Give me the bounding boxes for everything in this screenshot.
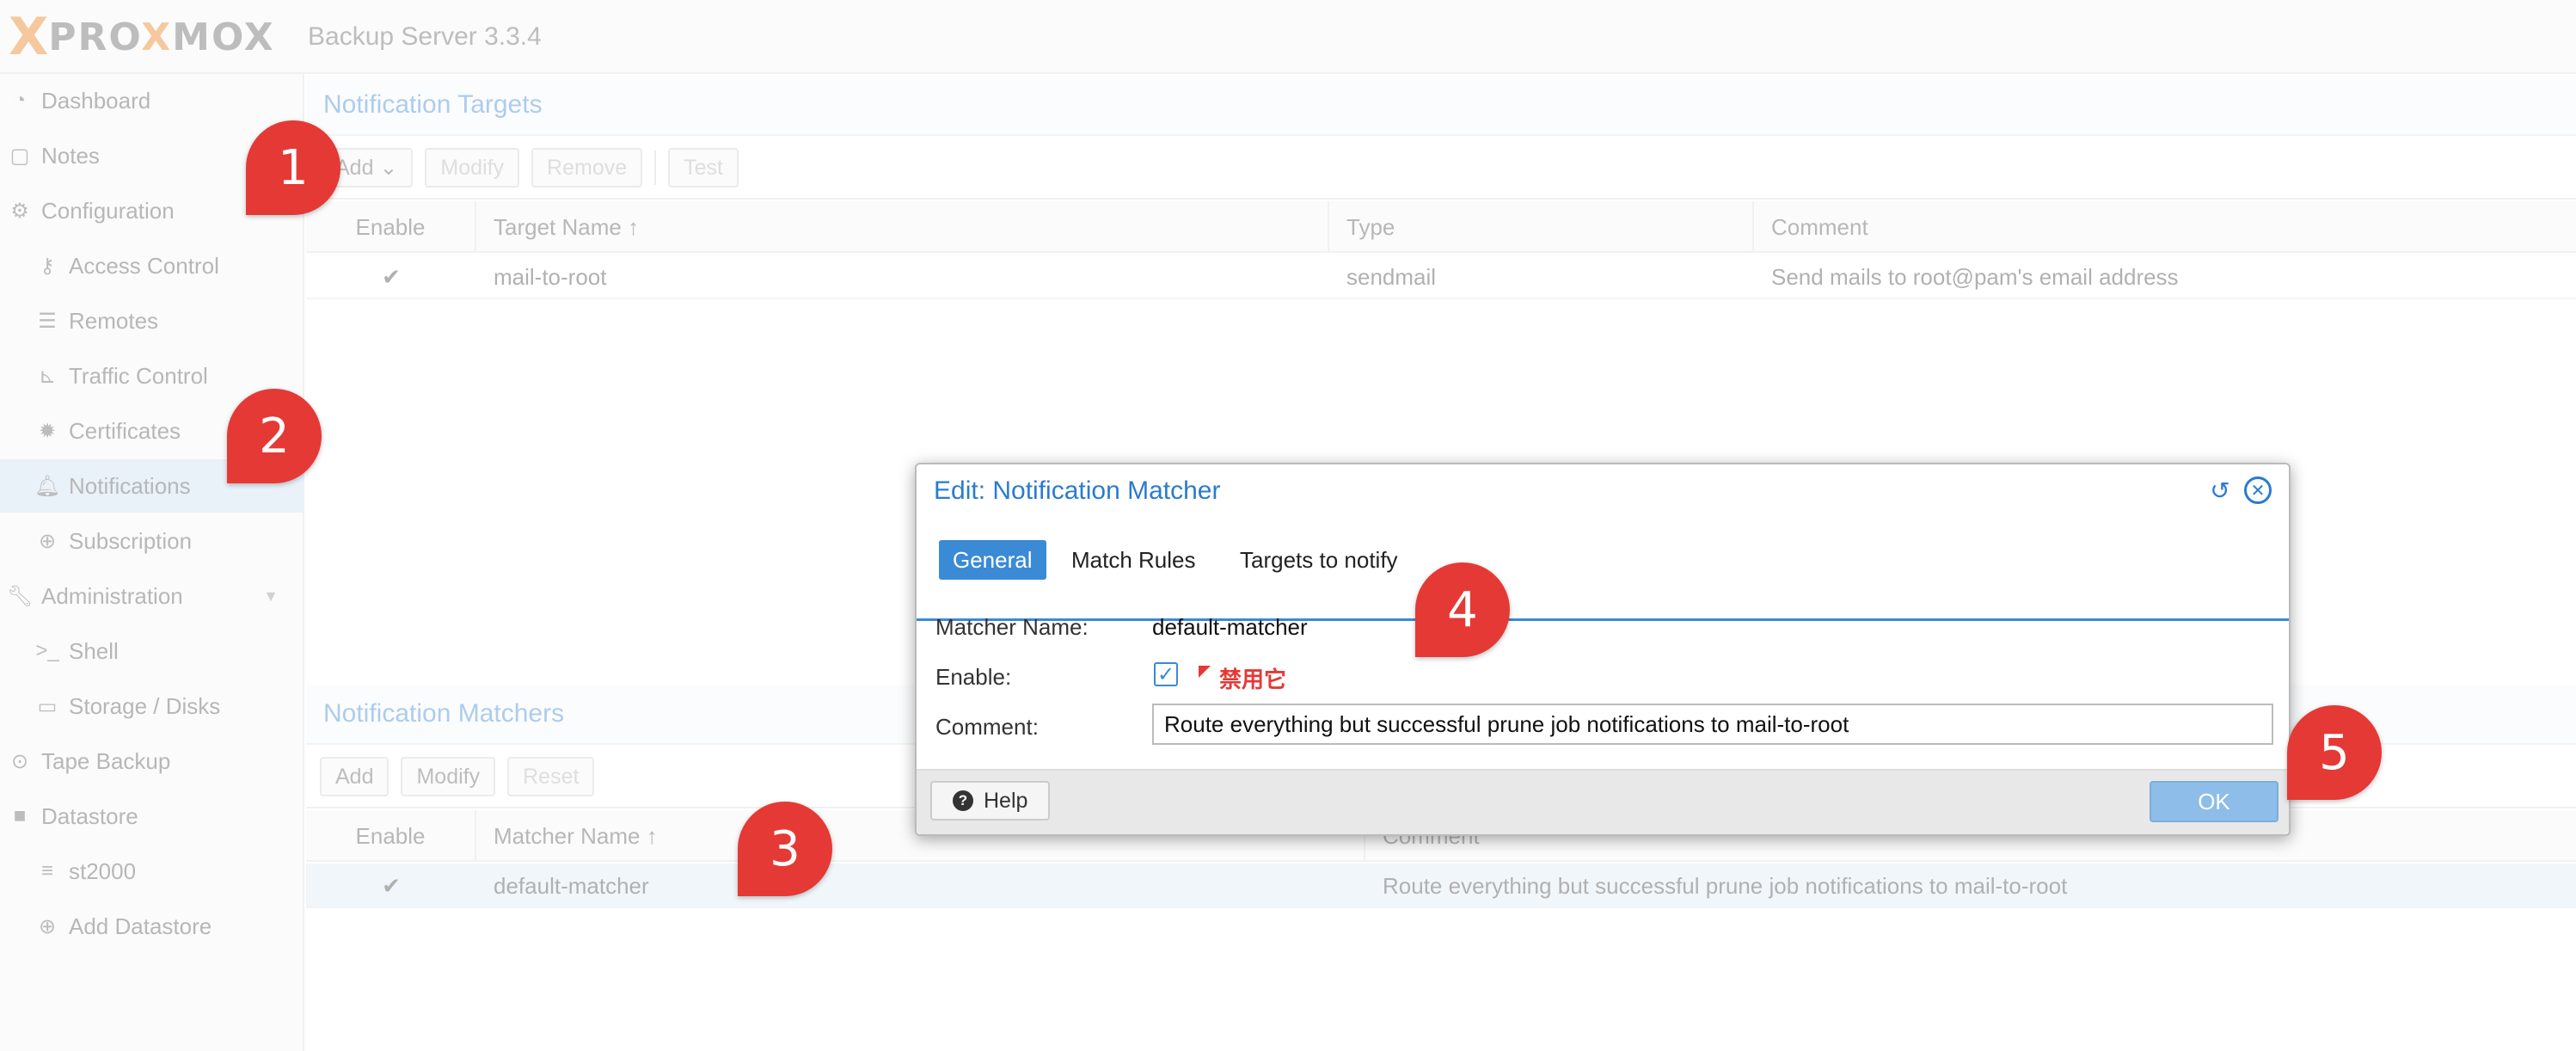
gears-icon: ⚙ bbox=[10, 199, 29, 223]
cell-type: sendmail bbox=[1346, 263, 1437, 290]
sidebar-item-access-control[interactable]: ⚷ Access Control bbox=[0, 239, 304, 292]
sidebar-item-administration[interactable]: 🔧︎ Administration ▼ bbox=[0, 569, 304, 623]
targets-modify-button[interactable]: Modify bbox=[425, 148, 520, 187]
sidebar-item-remotes[interactable]: ☰ Remotes bbox=[0, 294, 304, 347]
targets-test-button[interactable]: Test bbox=[668, 148, 739, 187]
question-circle-icon: ? bbox=[953, 790, 973, 811]
cell-comment: Route everything but successful prune jo… bbox=[1383, 872, 2068, 899]
top-bar: X PROXMOX Backup Server 3.3.4 bbox=[0, 0, 2576, 74]
edit-notification-matcher-dialog: Edit: Notification Matcher ↺ ✕ General M… bbox=[915, 463, 2291, 836]
comment-label: Comment: bbox=[935, 714, 1039, 740]
dashboard-icon: ◔ bbox=[13, 89, 27, 112]
proxmox-logo: X PROXMOX bbox=[9, 7, 275, 67]
dialog-tabs: General Match Rules Targets to notify bbox=[917, 533, 2289, 621]
callout-marker: 1 bbox=[246, 120, 340, 215]
chevron-down-icon: ▼ bbox=[263, 587, 279, 605]
targets-grid-header: Enable Target Name ↑ Type Comment bbox=[306, 201, 2576, 253]
matchers-modify-button[interactable]: Modify bbox=[401, 757, 496, 796]
column-target-name[interactable]: Target Name ↑ bbox=[476, 201, 1329, 253]
database-icon: ≡ bbox=[40, 859, 53, 882]
sidebar-item-dashboard[interactable]: ◔ Dashboard bbox=[0, 74, 304, 127]
plus-circle-icon: ⊕ bbox=[38, 914, 57, 938]
sidebar-item-datastore[interactable]: ■ Datastore bbox=[0, 790, 304, 843]
callout-marker: 4 bbox=[1415, 562, 1510, 657]
tab-match-rules[interactable]: Match Rules bbox=[1058, 540, 1210, 580]
column-enable[interactable]: Enable bbox=[306, 810, 476, 862]
chevron-down-icon: ⌄ bbox=[379, 156, 398, 180]
toolbar-separator bbox=[654, 151, 657, 185]
annotation-text: 禁用它 bbox=[1219, 667, 1287, 692]
archive-icon: ■ bbox=[13, 804, 27, 827]
annotation-flag-icon bbox=[1199, 666, 1211, 678]
check-icon: ✔ bbox=[382, 263, 401, 290]
dialog-title: Edit: Notification Matcher bbox=[934, 476, 1221, 505]
cell-target-name: mail-to-root bbox=[494, 263, 607, 290]
support-icon: ⊕ bbox=[38, 529, 57, 553]
matchers-reset-button[interactable]: Reset bbox=[507, 757, 595, 796]
dialog-footer: ? Help OK bbox=[917, 769, 2289, 834]
sidebar-item-st2000[interactable]: ≡ st2000 bbox=[0, 845, 304, 898]
hdd-icon: ▭ bbox=[37, 694, 58, 718]
sidebar-item-tape-backup[interactable]: ⊙ Tape Backup bbox=[0, 734, 304, 788]
enable-checkbox[interactable]: ✓ bbox=[1154, 662, 1178, 686]
table-row[interactable]: ✔ mail-to-root sendmail Send mails to ro… bbox=[306, 255, 2576, 299]
chart-icon: ⊾ bbox=[38, 364, 57, 388]
product-version: Backup Server 3.3.4 bbox=[308, 22, 542, 51]
callout-marker: 5 bbox=[2287, 705, 2382, 800]
certificate-icon: ✹ bbox=[38, 419, 57, 443]
targets-remove-button[interactable]: Remove bbox=[531, 148, 643, 187]
sidebar-item-storage-disks[interactable]: ▭ Storage / Disks bbox=[0, 679, 304, 733]
enable-label: Enable: bbox=[935, 664, 1012, 690]
column-type[interactable]: Type bbox=[1329, 201, 1754, 253]
reset-icon[interactable]: ↺ bbox=[2206, 476, 2234, 504]
sidebar-item-shell[interactable]: >_ Shell bbox=[0, 624, 304, 678]
tab-general[interactable]: General bbox=[939, 540, 1046, 580]
ok-button[interactable]: OK bbox=[2150, 781, 2279, 822]
matchers-add-button[interactable]: Add bbox=[320, 757, 389, 796]
server-icon: ☰ bbox=[38, 309, 57, 333]
sidebar-nav: ◔ Dashboard ▢ Notes ⚙ Configuration ⚷ Access… bbox=[0, 74, 304, 1051]
column-comment[interactable]: Comment bbox=[1754, 201, 2576, 253]
tape-icon: ⊙ bbox=[10, 749, 29, 773]
key-icon: ⚷ bbox=[40, 254, 55, 278]
close-icon[interactable]: ✕ bbox=[2244, 476, 2272, 504]
targets-toolbar: Add ⌄ Modify Remove Test bbox=[306, 138, 2576, 200]
callout-marker: 2 bbox=[227, 389, 322, 483]
wrench-icon: 🔧︎ bbox=[6, 584, 34, 608]
notes-icon: ▢ bbox=[9, 144, 30, 168]
cell-matcher-name: default-matcher bbox=[494, 872, 649, 899]
table-row[interactable]: ✔ default-matcher Route everything but s… bbox=[306, 864, 2576, 908]
sidebar-item-add-datastore[interactable]: ⊕ Add Datastore bbox=[0, 900, 304, 953]
callout-marker: 3 bbox=[738, 802, 832, 896]
targets-panel-title: Notification Targets bbox=[306, 76, 2576, 136]
bell-icon: 🔔︎ bbox=[34, 474, 61, 498]
sidebar-item-subscription[interactable]: ⊕ Subscription bbox=[0, 514, 304, 568]
cell-comment: Send mails to root@pam's email address bbox=[1771, 263, 2179, 290]
matcher-name-label: Matcher Name: bbox=[935, 614, 1089, 640]
help-button[interactable]: ? Help bbox=[930, 781, 1051, 821]
tab-targets-to-notify[interactable]: Targets to notify bbox=[1226, 540, 1412, 580]
terminal-icon: >_ bbox=[35, 639, 59, 662]
comment-field[interactable]: Route everything but successful prune jo… bbox=[1152, 704, 2273, 745]
check-icon: ✔ bbox=[382, 872, 401, 899]
matcher-name-value: default-matcher bbox=[1152, 614, 1308, 640]
